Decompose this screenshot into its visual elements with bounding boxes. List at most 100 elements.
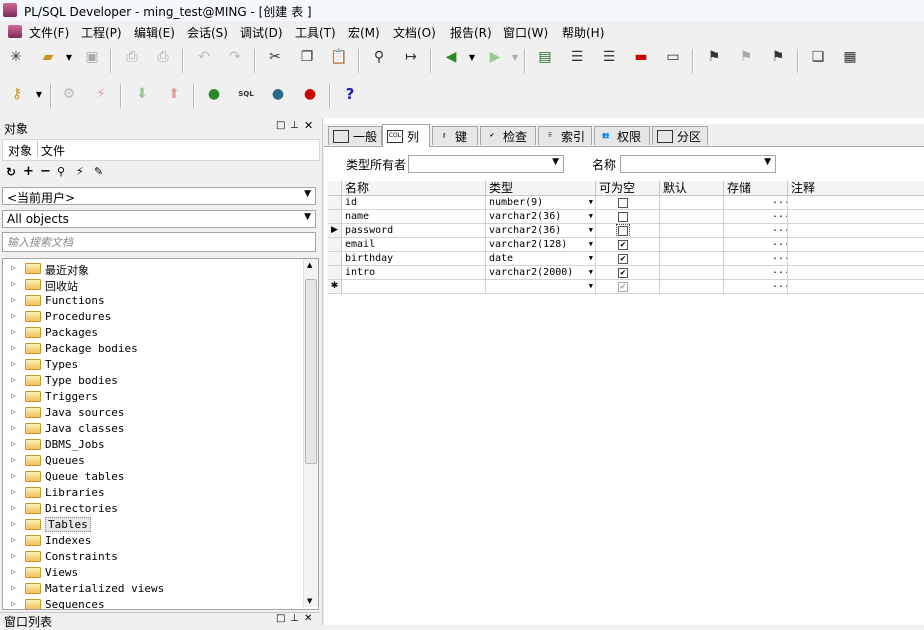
- row-indicator[interactable]: [328, 210, 342, 224]
- default-cell[interactable]: [660, 196, 724, 210]
- column-type-cell[interactable]: number(9) ▼: [486, 196, 596, 210]
- toggle-breakpoint-icon[interactable]: ⚑: [703, 46, 725, 68]
- breakpoint-list-icon[interactable]: ⚑: [767, 46, 789, 68]
- undo-icon[interactable]: ↶: [193, 46, 215, 68]
- comment-icon[interactable]: ▭: [662, 46, 684, 68]
- expand-icon[interactable]: ▷: [11, 503, 16, 512]
- col-header-default[interactable]: 默认: [660, 181, 724, 196]
- expand-icon[interactable]: ▷: [11, 599, 16, 608]
- logon-key-icon[interactable]: ⚷: [6, 83, 28, 105]
- menu-debug[interactable]: 调试(D): [240, 24, 283, 41]
- type-dropdown-arrow[interactable]: ▼: [589, 238, 593, 251]
- save-icon[interactable]: ▣: [81, 46, 103, 68]
- nullable-checkbox[interactable]: [618, 212, 628, 222]
- tree-item[interactable]: ▷ Queues: [3, 453, 299, 469]
- tree-item[interactable]: ▷ Package bodies: [3, 341, 299, 357]
- comment-cell[interactable]: [788, 210, 924, 224]
- nullable-checkbox[interactable]: ✔: [618, 282, 628, 292]
- table-row[interactable]: ✱ ▼ ✔...: [328, 280, 924, 294]
- expand-icon[interactable]: ▷: [11, 535, 16, 544]
- copy-icon[interactable]: ❐: [296, 46, 318, 68]
- col-header-nullable[interactable]: 可为空: [596, 181, 660, 196]
- nullable-checkbox[interactable]: [616, 224, 630, 237]
- storage-cell[interactable]: ...: [724, 224, 788, 238]
- table-row[interactable]: email varchar2(128) ▼ ✔...: [328, 238, 924, 252]
- scrollbar-thumb[interactable]: [305, 279, 317, 464]
- column-type-cell[interactable]: varchar2(128) ▼: [486, 238, 596, 252]
- open-dropdown-arrow[interactable]: ▼: [65, 46, 73, 68]
- table-row[interactable]: ▶password varchar2(36) ▼...: [328, 224, 924, 238]
- object-filter-select[interactable]: All objects ▼: [2, 210, 316, 228]
- breakpoint-disabled-icon[interactable]: ⚑: [735, 46, 757, 68]
- scroll-up-icon[interactable]: ▲: [307, 261, 312, 269]
- find-icon[interactable]: ⚲: [368, 46, 390, 68]
- column-name-cell[interactable]: [342, 280, 486, 294]
- type-dropdown-arrow[interactable]: ▼: [589, 280, 593, 293]
- tab-privileges[interactable]: 👥 权限: [594, 126, 650, 145]
- sql-window-icon[interactable]: SQL: [235, 83, 257, 105]
- cut-icon[interactable]: ✂: [264, 46, 286, 68]
- menu-file[interactable]: 文件(F): [29, 24, 69, 41]
- storage-ellipsis-button[interactable]: ...: [772, 252, 787, 263]
- storage-cell[interactable]: ...: [724, 280, 788, 294]
- tree-item[interactable]: ▷ Procedures: [3, 309, 299, 325]
- column-type-cell[interactable]: varchar2(36) ▼: [486, 224, 596, 238]
- table-row[interactable]: intro varchar2(2000) ▼ ✔...: [328, 266, 924, 280]
- remove-icon[interactable]: −: [40, 164, 51, 179]
- default-cell[interactable]: [660, 224, 724, 238]
- comment-cell[interactable]: [788, 266, 924, 280]
- compile-icon[interactable]: ▤: [534, 46, 556, 68]
- back-dropdown-arrow[interactable]: ▼: [468, 46, 476, 68]
- nullable-cell[interactable]: [596, 196, 660, 210]
- tree-item[interactable]: ▷ 最近对象: [3, 261, 299, 277]
- storage-cell[interactable]: ...: [724, 196, 788, 210]
- search-input[interactable]: 输入搜索文档: [2, 232, 316, 252]
- column-type-cell[interactable]: varchar2(2000) ▼: [486, 266, 596, 280]
- filter-icon[interactable]: ⚡: [76, 165, 84, 178]
- commit-icon[interactable]: ⬇: [131, 83, 153, 105]
- find-object-icon[interactable]: ⚲: [57, 165, 65, 178]
- user-select[interactable]: <当前用户> ▼: [2, 187, 316, 205]
- expand-icon[interactable]: ▷: [11, 359, 16, 368]
- comment-cell[interactable]: [788, 196, 924, 210]
- nullable-cell[interactable]: [596, 210, 660, 224]
- expand-icon[interactable]: ▷: [11, 407, 16, 416]
- column-type-cell[interactable]: date ▼: [486, 252, 596, 266]
- default-cell[interactable]: [660, 210, 724, 224]
- table-row[interactable]: birthday date ▼ ✔...: [328, 252, 924, 266]
- menu-tools[interactable]: 工具(T): [295, 24, 336, 41]
- default-cell[interactable]: [660, 238, 724, 252]
- type-dropdown-arrow[interactable]: ▼: [589, 196, 593, 209]
- help-icon[interactable]: ?: [339, 83, 361, 105]
- type-dropdown-arrow[interactable]: ▼: [589, 210, 593, 223]
- row-indicator[interactable]: [328, 252, 342, 266]
- storage-cell[interactable]: ...: [724, 252, 788, 266]
- storage-ellipsis-button[interactable]: ...: [772, 210, 787, 221]
- menu-macro[interactable]: 宏(M): [348, 24, 380, 41]
- tree-scrollbar[interactable]: ▲ ▼: [303, 259, 318, 607]
- menu-window[interactable]: 窗口(W): [503, 24, 548, 41]
- unindent-icon[interactable]: ☰: [598, 46, 620, 68]
- panel-pin-icon[interactable]: ⊥: [290, 120, 299, 131]
- row-indicator[interactable]: [328, 266, 342, 280]
- row-indicator[interactable]: [328, 238, 342, 252]
- expand-icon[interactable]: ▷: [11, 551, 16, 560]
- storage-ellipsis-button[interactable]: ...: [772, 280, 787, 291]
- col-header-comment[interactable]: 注释: [788, 181, 924, 196]
- storage-ellipsis-button[interactable]: ...: [772, 266, 787, 277]
- refresh-icon[interactable]: ↻: [6, 165, 16, 179]
- nullable-cell[interactable]: ✔: [596, 238, 660, 252]
- tree-item[interactable]: ▷ Materialized views: [3, 581, 299, 597]
- expand-icon[interactable]: ▷: [11, 327, 16, 336]
- break-icon[interactable]: ⚡: [90, 83, 112, 105]
- new-icon[interactable]: ✳: [5, 46, 27, 68]
- new-sql-window-icon[interactable]: ●: [203, 83, 225, 105]
- forward-icon[interactable]: ▶: [484, 46, 506, 68]
- storage-cell[interactable]: ...: [724, 238, 788, 252]
- expand-icon[interactable]: ▷: [11, 471, 16, 480]
- name-select[interactable]: ▼: [620, 155, 776, 173]
- comment-cell[interactable]: [788, 252, 924, 266]
- open-icon[interactable]: ▰: [37, 46, 59, 68]
- tree-item[interactable]: ▷ Sequences: [3, 597, 299, 609]
- menu-help[interactable]: 帮助(H): [562, 24, 604, 41]
